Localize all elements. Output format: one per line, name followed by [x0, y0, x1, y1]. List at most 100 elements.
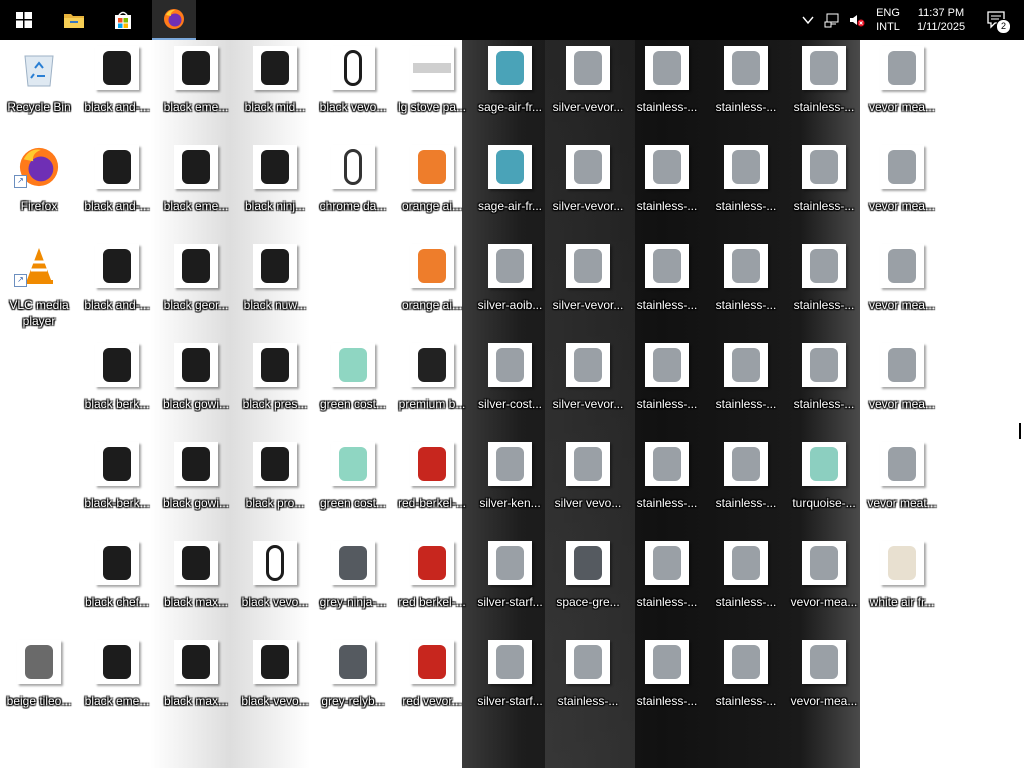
microsoft-store-button[interactable] — [101, 0, 145, 40]
desktop-icon[interactable]: silver-starf... — [471, 634, 549, 730]
desktop-icon[interactable]: white air fr... — [863, 535, 941, 631]
desktop-icon[interactable]: silver-starf... — [471, 535, 549, 631]
desktop-icon[interactable]: stainless-... — [628, 40, 706, 136]
desktop-icon[interactable]: silver-vevor... — [549, 139, 627, 235]
desktop-icon[interactable]: stainless-... — [707, 337, 785, 433]
desktop-icon[interactable]: stainless-... — [707, 634, 785, 730]
desktop-icon[interactable]: stainless-... — [628, 535, 706, 631]
desktop-icon[interactable]: green cost... — [314, 337, 392, 433]
desktop-icon[interactable]: stainless-... — [785, 40, 863, 136]
clock[interactable]: 11:37 PM 1/11/2025 — [910, 6, 972, 34]
desktop-icon[interactable]: orange ai... — [393, 139, 471, 235]
desktop-icon[interactable]: grey-relyb... — [314, 634, 392, 730]
image-thumbnail-icon — [253, 442, 297, 486]
desktop-icon[interactable]: stainless-... — [628, 634, 706, 730]
desktop-icon[interactable]: black eme... — [157, 40, 235, 136]
desktop-icon[interactable]: silver-vevor... — [549, 238, 627, 334]
desktop-icon[interactable]: sage-air-fr... — [471, 40, 549, 136]
desktop-icon[interactable]: silver vevo... — [549, 436, 627, 532]
desktop-icon-label: black geor... — [163, 298, 229, 312]
desktop-icon[interactable]: sage-air-fr... — [471, 139, 549, 235]
desktop-icon[interactable]: vevor mea... — [863, 238, 941, 334]
desktop-icon[interactable]: black-berk... — [78, 436, 156, 532]
desktop-icon[interactable]: black and-... — [78, 139, 156, 235]
desktop-icon[interactable]: black max... — [157, 535, 235, 631]
desktop-icon[interactable]: black eme... — [157, 139, 235, 235]
desktop-icon[interactable]: black ninj... — [236, 139, 314, 235]
desktop-icon[interactable]: silver-cost... — [471, 337, 549, 433]
desktop-icon[interactable]: black and-... — [78, 238, 156, 334]
desktop-icon[interactable]: black eme... — [78, 634, 156, 730]
desktop-icon[interactable]: vevor-mea... — [785, 634, 863, 730]
desktop-icon[interactable]: red vevor... — [393, 634, 471, 730]
desktop-icon[interactable]: ↗ VLC media player — [0, 238, 78, 334]
desktop-icon[interactable]: black pres... — [236, 337, 314, 433]
desktop-icon[interactable]: vevor mea... — [863, 337, 941, 433]
desktop-icon[interactable]: black max... — [157, 634, 235, 730]
desktop-icon[interactable]: black berk... — [78, 337, 156, 433]
desktop-icon[interactable]: stainless-... — [785, 238, 863, 334]
image-thumbnail-icon — [410, 145, 454, 189]
desktop-icon-label: stainless-... — [636, 397, 698, 411]
desktop-icon[interactable]: stainless-... — [785, 337, 863, 433]
desktop-icon[interactable]: black chef... — [78, 535, 156, 631]
desktop-icon[interactable]: premium b... — [393, 337, 471, 433]
desktop-icon[interactable]: grey-ninja-... — [314, 535, 392, 631]
chevron-up-icon[interactable] — [800, 12, 816, 28]
desktop-icon[interactable]: stainless-... — [707, 40, 785, 136]
desktop-icon[interactable]: vevor mea... — [863, 139, 941, 235]
start-button[interactable] — [2, 0, 46, 40]
desktop-icon[interactable]: Recycle Bin — [0, 40, 78, 136]
desktop-icon[interactable]: stainless-... — [628, 337, 706, 433]
desktop-icon[interactable]: stainless-... — [707, 139, 785, 235]
desktop-icon[interactable]: red berkel-... — [393, 535, 471, 631]
image-thumbnail-icon — [331, 343, 375, 387]
desktop-icon[interactable]: beige tileo... — [0, 634, 78, 730]
desktop-icon[interactable]: red-berkel-... — [393, 436, 471, 532]
desktop-icon[interactable]: chrome da... — [314, 139, 392, 235]
desktop-icon[interactable]: green cost... — [314, 436, 392, 532]
desktop-icon[interactable]: black vevo... — [236, 535, 314, 631]
notification-center-button[interactable]: 2 — [986, 9, 1011, 34]
desktop-icon[interactable]: stainless-... — [628, 238, 706, 334]
desktop-icon[interactable]: black and-... — [78, 40, 156, 136]
desktop-icon-label: stainless-... — [715, 100, 777, 114]
desktop-icon[interactable]: silver-aoib... — [471, 238, 549, 334]
desktop-icon[interactable]: black vevo... — [314, 40, 392, 136]
desktop-icon[interactable]: stainless-... — [628, 139, 706, 235]
desktop-icon[interactable]: stainless-... — [628, 436, 706, 532]
desktop-icon[interactable]: silver-vevor... — [549, 40, 627, 136]
desktop-icon-label: black eme... — [84, 694, 150, 708]
desktop-icon[interactable]: black geor... — [157, 238, 235, 334]
image-thumbnail-icon — [488, 442, 532, 486]
desktop-icon[interactable]: black gowi... — [157, 337, 235, 433]
image-thumbnail-icon — [724, 46, 768, 90]
desktop-icon[interactable]: silver-vevor... — [549, 337, 627, 433]
volume-muted-icon[interactable] — [848, 11, 866, 29]
image-thumbnail-icon — [566, 541, 610, 585]
desktop-icon[interactable]: ↗ Firefox — [0, 139, 78, 235]
desktop-icon[interactable]: stainless-... — [707, 238, 785, 334]
desktop-icon[interactable]: stainless-... — [707, 535, 785, 631]
desktop-icon[interactable]: vevor-mea... — [785, 535, 863, 631]
desktop-icon[interactable]: vevor mea... — [863, 40, 941, 136]
desktop-icon[interactable]: black-vevo... — [236, 634, 314, 730]
firefox-taskbar-button[interactable] — [152, 0, 196, 40]
desktop-icon[interactable]: lg stove pa... — [393, 40, 471, 136]
desktop-icon[interactable]: vevor meat... — [863, 436, 941, 532]
desktop-icon[interactable]: turquoise-... — [785, 436, 863, 532]
network-icon[interactable] — [824, 11, 842, 29]
desktop-icon[interactable]: stainless-... — [549, 634, 627, 730]
file-explorer-button[interactable] — [52, 0, 96, 40]
desktop-icon[interactable]: black nuw... — [236, 238, 314, 334]
desktop-icon[interactable]: black gowi... — [157, 436, 235, 532]
language-indicator[interactable]: ENG INTL — [874, 6, 902, 34]
desktop-icon[interactable]: silver-ken... — [471, 436, 549, 532]
desktop-icon[interactable]: stainless-... — [785, 139, 863, 235]
desktop-icon[interactable]: space-gre... — [549, 535, 627, 631]
desktop-icon[interactable]: black mid... — [236, 40, 314, 136]
desktop-icon[interactable]: stainless-... — [707, 436, 785, 532]
desktop-icon[interactable]: orange ai... — [393, 238, 471, 334]
desktop-icon-label: black gowi... — [162, 496, 230, 510]
desktop-icon[interactable]: black pro... — [236, 436, 314, 532]
